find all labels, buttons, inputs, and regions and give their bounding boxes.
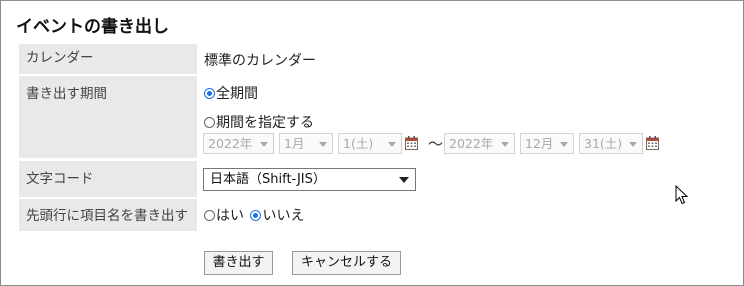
start-month-select[interactable]: 1月 bbox=[279, 133, 333, 154]
chevron-down-icon bbox=[399, 177, 409, 183]
chevron-down-icon bbox=[629, 142, 637, 147]
period-range-radio[interactable] bbox=[204, 117, 215, 128]
end-year-value: 2022年 bbox=[449, 136, 494, 151]
calendar-value: 標準のカレンダー bbox=[204, 53, 316, 69]
period-label: 書き出す期間 bbox=[19, 76, 197, 158]
charset-select[interactable]: 日本語（Shift-JIS） bbox=[203, 168, 416, 191]
cancel-button[interactable]: キャンセルする bbox=[292, 251, 401, 275]
range-separator: ～ bbox=[428, 135, 444, 153]
end-day-value: 31(土) bbox=[584, 136, 623, 151]
charset-label: 文字コード bbox=[19, 161, 197, 197]
charset-label-text: 文字コード bbox=[26, 171, 94, 187]
header-no-label[interactable]: いいえ bbox=[262, 208, 304, 224]
chevron-down-icon bbox=[388, 142, 396, 147]
chevron-down-icon bbox=[319, 142, 327, 147]
calendar-icon[interactable] bbox=[646, 136, 659, 150]
header-row-label-text: 先頭行に項目名を書き出す bbox=[26, 208, 188, 224]
start-day-select[interactable]: 1(土) bbox=[338, 133, 402, 154]
period-range-option[interactable]: 期間を指定する bbox=[204, 112, 314, 132]
export-button[interactable]: 書き出す bbox=[204, 251, 273, 275]
end-month-select[interactable]: 12月 bbox=[520, 133, 574, 154]
chevron-down-icon bbox=[260, 142, 268, 147]
end-month-value: 12月 bbox=[525, 136, 554, 151]
start-year-select[interactable]: 2022年 bbox=[203, 133, 274, 154]
end-day-select[interactable]: 31(土) bbox=[579, 133, 643, 154]
chevron-down-icon bbox=[560, 142, 568, 147]
calendar-label: カレンダー bbox=[19, 44, 197, 74]
start-month-value: 1月 bbox=[284, 136, 305, 151]
start-year-value: 2022年 bbox=[208, 136, 253, 151]
period-range-label[interactable]: 期間を指定する bbox=[216, 115, 314, 131]
start-day-value: 1(土) bbox=[343, 136, 374, 151]
header-row-label: 先頭行に項目名を書き出す bbox=[19, 199, 197, 231]
calendar-label-text: カレンダー bbox=[26, 50, 94, 66]
export-dialog: イベントの書き出し カレンダー 標準のカレンダー 書き出す期間 全期間 期間を指… bbox=[0, 0, 744, 286]
dialog-title: イベントの書き出し bbox=[16, 17, 169, 37]
period-label-text: 書き出す期間 bbox=[26, 86, 107, 102]
header-yes-label[interactable]: はい bbox=[216, 208, 244, 224]
header-yes-radio[interactable] bbox=[204, 210, 215, 221]
period-all-radio[interactable] bbox=[204, 88, 215, 99]
mouse-pointer-icon bbox=[675, 185, 689, 205]
period-all-label[interactable]: 全期間 bbox=[216, 86, 258, 102]
calendar-icon[interactable] bbox=[405, 136, 418, 150]
header-row-options: はい いいえ bbox=[204, 205, 304, 225]
end-year-select[interactable]: 2022年 bbox=[444, 133, 515, 154]
charset-value: 日本語（Shift-JIS） bbox=[210, 172, 326, 187]
header-no-radio[interactable] bbox=[250, 210, 262, 221]
chevron-down-icon bbox=[501, 142, 509, 147]
period-all-option[interactable]: 全期間 bbox=[204, 83, 258, 103]
